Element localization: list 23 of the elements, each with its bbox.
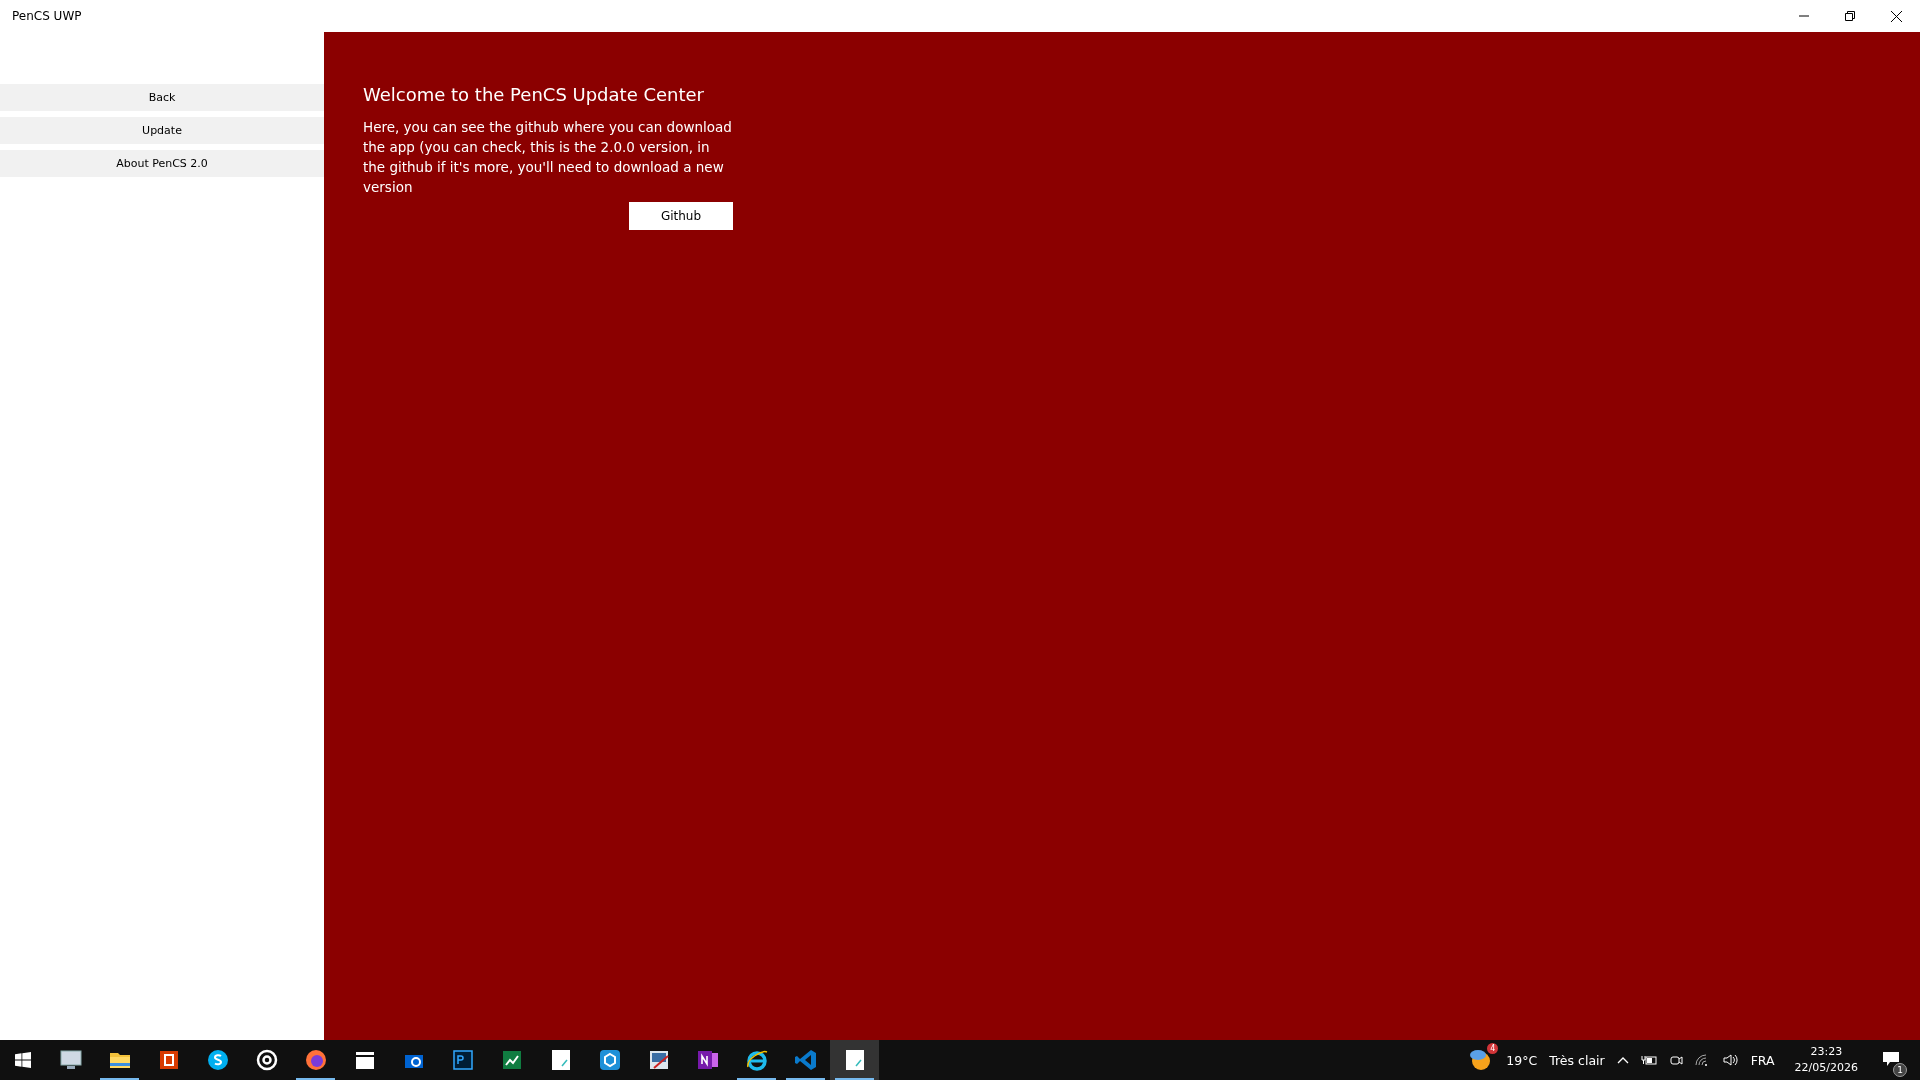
github-button[interactable]: Github [629,202,733,230]
weather-text[interactable]: Très clair [1549,1052,1605,1068]
page-heading: Welcome to the PenCS Update Center [363,84,705,105]
notification-count: 1 [1893,1062,1907,1077]
sidebar-button[interactable]: About PenCS 2.0 [0,150,324,177]
speaker-icon[interactable] [1722,1053,1739,1067]
language-indicator[interactable]: FRA [1750,1052,1775,1068]
taskbar-app[interactable] [830,1040,879,1080]
notification-badge: 4 [1487,1042,1499,1054]
clock[interactable]: 23:23 22/05/2026 [1794,1044,1858,1076]
restore-icon[interactable] [1845,11,1855,21]
sidebar-button[interactable]: Back [0,84,324,111]
close-icon[interactable] [1891,10,1902,22]
temperature-text[interactable]: 19°C [1506,1052,1538,1068]
description-text: Here, you can see the github where you can download the app (you can check, this is the 2.0.0 version, in the github if it's more, you'll need to download a new version [363,118,733,197]
chevron-up-icon[interactable] [1616,1056,1629,1064]
window-title: PenCS UWP [12,9,82,23]
sidebar-button[interactable]: Update [0,117,324,144]
camera-icon[interactable] [1668,1053,1683,1067]
windows-icon[interactable] [15,1052,31,1068]
code-editor-icon[interactable] [792,1047,819,1073]
notifications-icon[interactable] [1882,1050,1900,1067]
battery-icon[interactable] [1640,1054,1657,1066]
